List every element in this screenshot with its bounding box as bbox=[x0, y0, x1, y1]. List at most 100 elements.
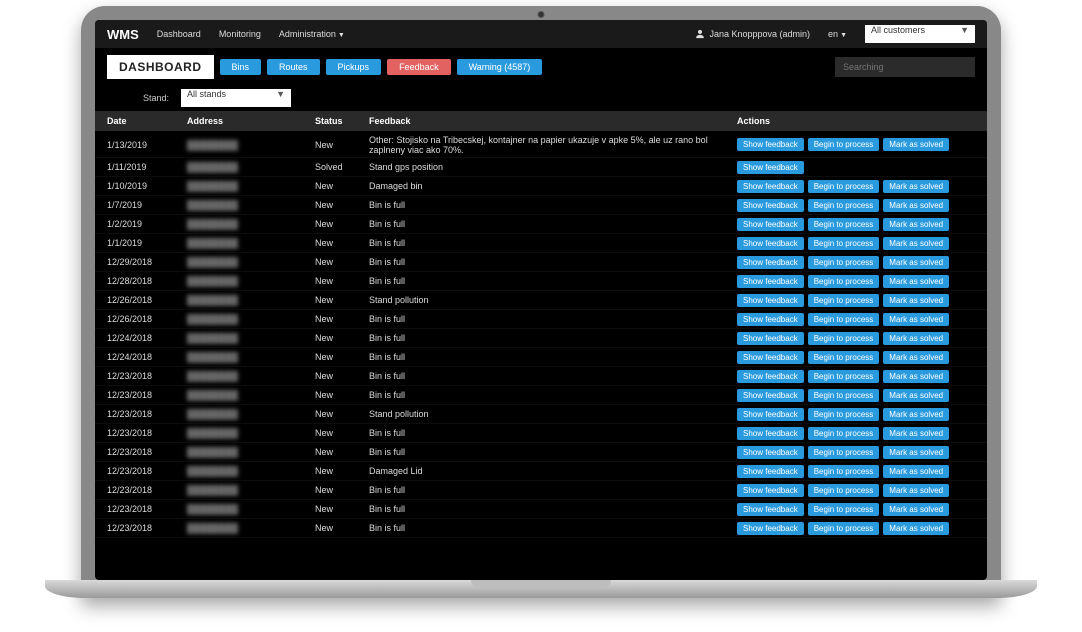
begin-process-button[interactable]: Begin to process bbox=[808, 446, 880, 459]
col-header-status[interactable]: Status bbox=[315, 116, 361, 126]
cell-address: ████████ bbox=[187, 371, 307, 381]
begin-process-button[interactable]: Begin to process bbox=[808, 180, 880, 193]
col-header-address[interactable]: Address bbox=[187, 116, 307, 126]
page-title: DASHBOARD bbox=[107, 55, 214, 79]
show-feedback-button[interactable]: Show feedback bbox=[737, 256, 804, 269]
table-row: 1/10/2019████████NewDamaged binShow feed… bbox=[95, 177, 987, 196]
cell-actions: Show feedback Begin to processMark as sol… bbox=[737, 138, 975, 151]
cell-feedback: Bin is full bbox=[369, 257, 729, 267]
user-menu[interactable]: Jana Knopppova (admin) bbox=[695, 29, 810, 39]
nav-administration[interactable]: Administration▼ bbox=[279, 29, 345, 39]
show-feedback-button[interactable]: Show feedback bbox=[737, 389, 804, 402]
stand-filter-value: All stands bbox=[187, 89, 226, 99]
nav-monitoring[interactable]: Monitoring bbox=[219, 29, 261, 39]
mark-solved-button[interactable]: Mark as solved bbox=[883, 351, 949, 364]
customer-select[interactable]: All customers ▼ bbox=[865, 25, 975, 43]
col-header-date[interactable]: Date bbox=[107, 116, 179, 126]
begin-process-button[interactable]: Begin to process bbox=[808, 503, 880, 516]
show-feedback-button[interactable]: Show feedback bbox=[737, 484, 804, 497]
begin-process-button[interactable]: Begin to process bbox=[808, 275, 880, 288]
show-feedback-button[interactable]: Show feedback bbox=[737, 370, 804, 383]
show-feedback-button[interactable]: Show feedback bbox=[737, 313, 804, 326]
show-feedback-button[interactable]: Show feedback bbox=[737, 351, 804, 364]
show-feedback-button[interactable]: Show feedback bbox=[737, 199, 804, 212]
show-feedback-button[interactable]: Show feedback bbox=[737, 180, 804, 193]
begin-process-button[interactable]: Begin to process bbox=[808, 389, 880, 402]
table-row: 12/23/2018████████NewDamaged LidShow fee… bbox=[95, 462, 987, 481]
show-feedback-button[interactable]: Show feedback bbox=[737, 465, 804, 478]
brand-logo[interactable]: WMS bbox=[107, 27, 139, 42]
mark-solved-button[interactable]: Mark as solved bbox=[883, 427, 949, 440]
begin-process-button[interactable]: Begin to process bbox=[808, 370, 880, 383]
tab-warning[interactable]: Warning (4587) bbox=[457, 59, 543, 75]
mark-solved-button[interactable]: Mark as solved bbox=[883, 313, 949, 326]
mark-solved-button[interactable]: Mark as solved bbox=[883, 370, 949, 383]
cell-status: New bbox=[315, 314, 361, 324]
mark-solved-button[interactable]: Mark as solved bbox=[883, 294, 949, 307]
begin-process-button[interactable]: Begin to process bbox=[808, 351, 880, 364]
show-feedback-button[interactable]: Show feedback bbox=[737, 294, 804, 307]
show-feedback-button[interactable]: Show feedback bbox=[737, 332, 804, 345]
begin-process-button[interactable]: Begin to process bbox=[808, 427, 880, 440]
mark-solved-button[interactable]: Mark as solved bbox=[883, 332, 949, 345]
cell-feedback: Bin is full bbox=[369, 504, 729, 514]
show-feedback-button[interactable]: Show feedback bbox=[737, 522, 804, 535]
top-nav: WMS Dashboard Monitoring Administration▼… bbox=[95, 20, 987, 49]
nav-dashboard[interactable]: Dashboard bbox=[157, 29, 201, 39]
mark-solved-button[interactable]: Mark as solved bbox=[883, 465, 949, 478]
table-row: 12/23/2018████████NewBin is fullShow fee… bbox=[95, 500, 987, 519]
cell-actions: Show feedback Begin to processMark as sol… bbox=[737, 427, 975, 440]
mark-solved-button[interactable]: Mark as solved bbox=[883, 503, 949, 516]
mark-solved-button[interactable]: Mark as solved bbox=[883, 446, 949, 459]
show-feedback-button[interactable]: Show feedback bbox=[737, 161, 804, 174]
cell-status: Solved bbox=[315, 162, 361, 172]
mark-solved-button[interactable]: Mark as solved bbox=[883, 256, 949, 269]
begin-process-button[interactable]: Begin to process bbox=[808, 522, 880, 535]
show-feedback-button[interactable]: Show feedback bbox=[737, 218, 804, 231]
mark-solved-button[interactable]: Mark as solved bbox=[883, 389, 949, 402]
begin-process-button[interactable]: Begin to process bbox=[808, 408, 880, 421]
begin-process-button[interactable]: Begin to process bbox=[808, 199, 880, 212]
screen: WMS Dashboard Monitoring Administration▼… bbox=[95, 20, 987, 580]
begin-process-button[interactable]: Begin to process bbox=[808, 138, 880, 151]
mark-solved-button[interactable]: Mark as solved bbox=[883, 522, 949, 535]
begin-process-button[interactable]: Begin to process bbox=[808, 484, 880, 497]
cell-actions: Show feedback Begin to processMark as sol… bbox=[737, 313, 975, 326]
search-input[interactable] bbox=[835, 57, 975, 77]
begin-process-button[interactable]: Begin to process bbox=[808, 294, 880, 307]
begin-process-button[interactable]: Begin to process bbox=[808, 465, 880, 478]
mark-solved-button[interactable]: Mark as solved bbox=[883, 199, 949, 212]
col-header-feedback[interactable]: Feedback bbox=[369, 116, 729, 126]
show-feedback-button[interactable]: Show feedback bbox=[737, 446, 804, 459]
language-menu[interactable]: en▼ bbox=[828, 29, 847, 39]
begin-process-button[interactable]: Begin to process bbox=[808, 218, 880, 231]
cell-actions: Show feedback Begin to processMark as sol… bbox=[737, 294, 975, 307]
tab-feedback[interactable]: Feedback bbox=[387, 59, 451, 75]
laptop-frame: WMS Dashboard Monitoring Administration▼… bbox=[81, 6, 1001, 598]
show-feedback-button[interactable]: Show feedback bbox=[737, 237, 804, 250]
mark-solved-button[interactable]: Mark as solved bbox=[883, 237, 949, 250]
tab-routes[interactable]: Routes bbox=[267, 59, 320, 75]
mark-solved-button[interactable]: Mark as solved bbox=[883, 484, 949, 497]
caret-down-icon: ▼ bbox=[960, 25, 969, 35]
show-feedback-button[interactable]: Show feedback bbox=[737, 408, 804, 421]
mark-solved-button[interactable]: Mark as solved bbox=[883, 275, 949, 288]
stand-filter-select[interactable]: All stands ▼ bbox=[181, 89, 291, 107]
tab-bins[interactable]: Bins bbox=[220, 59, 262, 75]
show-feedback-button[interactable]: Show feedback bbox=[737, 275, 804, 288]
col-header-actions: Actions bbox=[737, 116, 975, 126]
mark-solved-button[interactable]: Mark as solved bbox=[883, 408, 949, 421]
begin-process-button[interactable]: Begin to process bbox=[808, 237, 880, 250]
show-feedback-button[interactable]: Show feedback bbox=[737, 138, 804, 151]
begin-process-button[interactable]: Begin to process bbox=[808, 256, 880, 269]
show-feedback-button[interactable]: Show feedback bbox=[737, 503, 804, 516]
show-feedback-button[interactable]: Show feedback bbox=[737, 427, 804, 440]
mark-solved-button[interactable]: Mark as solved bbox=[883, 180, 949, 193]
begin-process-button[interactable]: Begin to process bbox=[808, 313, 880, 326]
mark-solved-button[interactable]: Mark as solved bbox=[883, 138, 949, 151]
tab-pickups[interactable]: Pickups bbox=[326, 59, 382, 75]
language-label: en bbox=[828, 29, 838, 39]
begin-process-button[interactable]: Begin to process bbox=[808, 332, 880, 345]
cell-feedback: Bin is full bbox=[369, 333, 729, 343]
mark-solved-button[interactable]: Mark as solved bbox=[883, 218, 949, 231]
